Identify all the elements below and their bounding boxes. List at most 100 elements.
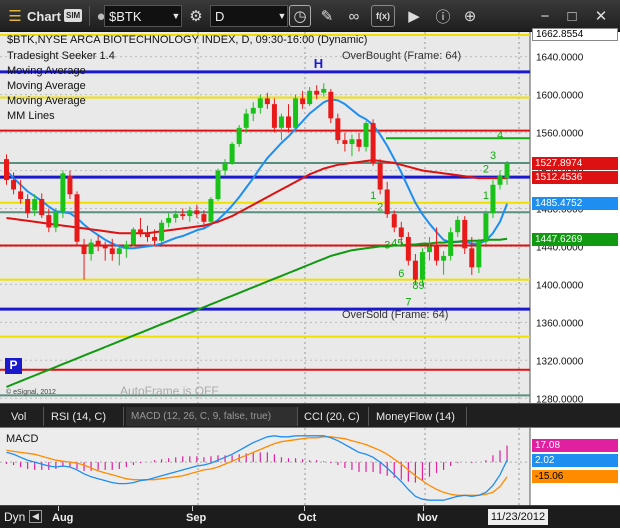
dyn-label[interactable]: Dyn	[4, 510, 25, 524]
maximize-icon[interactable]: □	[561, 5, 583, 27]
candle-body	[462, 219, 468, 249]
candle-body	[46, 215, 52, 228]
info-icon[interactable]: ⓘ	[432, 5, 454, 27]
candle-body	[81, 246, 87, 255]
candle-body	[377, 162, 383, 190]
seeker-count-label: 7	[405, 296, 411, 308]
candle-body	[314, 90, 320, 95]
candle-body	[180, 214, 186, 217]
candle-body	[229, 143, 235, 163]
month-axis: Aug Sep Oct Nov	[46, 506, 491, 528]
price-chart-svg[interactable]: 1640.00001600.00001560.00001520.00001480…	[0, 32, 620, 405]
candle-body	[264, 98, 270, 105]
study-label-ma-2: Moving Average	[7, 80, 86, 92]
seeker-count-label: 6	[398, 268, 404, 280]
candle-body	[483, 213, 489, 242]
tab-macd[interactable]: MACD (12, 26, C, 9, false, true)	[126, 407, 298, 426]
zoom-in-icon[interactable]: ⊕	[459, 5, 481, 27]
macd-chart-svg[interactable]	[0, 428, 620, 506]
candle-body	[363, 123, 369, 147]
close-icon[interactable]: ✕	[590, 5, 612, 27]
month-tick	[304, 506, 305, 511]
candle-body	[286, 116, 291, 128]
seeker-count-label: H	[314, 56, 323, 71]
candle-body	[159, 222, 165, 241]
tab-rsi[interactable]: RSI (14, C)	[46, 407, 124, 426]
play-icon[interactable]: ▶	[403, 5, 425, 27]
app-name: Chart	[27, 8, 61, 24]
month-label: Sep	[186, 512, 207, 524]
candle-body	[88, 242, 94, 255]
macd-panel[interactable]: MACD 17.08 2.02 -15.06	[0, 427, 620, 506]
candle-body	[250, 107, 256, 114]
candle-body	[194, 210, 200, 215]
seeker-count-label: 1	[483, 190, 489, 202]
candle-body	[187, 210, 193, 217]
candle-body	[116, 248, 122, 255]
price-tick-label: 1640.0000	[536, 53, 584, 64]
candle-body	[74, 194, 80, 242]
candle-body	[102, 246, 108, 249]
candle-body	[328, 91, 334, 119]
formula-fx-icon[interactable]: f(x)	[371, 5, 395, 27]
candle-body	[32, 198, 38, 211]
tab-moneyflow[interactable]: MoneyFlow (14)	[371, 407, 467, 426]
study-label-seeker: Tradesight Seeker 1.4	[7, 50, 115, 62]
price-chart-panel[interactable]: 1640.00001600.00001560.00001520.00001480…	[0, 28, 620, 405]
tab-cci[interactable]: CCI (20, C)	[299, 407, 369, 426]
seeker-count-label: 3	[384, 239, 390, 251]
study-label-ma-1: Moving Average	[7, 65, 86, 77]
price-label-box: 1485.4752	[532, 196, 618, 210]
seeker-count-label: 2	[377, 201, 383, 213]
settings-gear-icon[interactable]: ⚙	[185, 5, 207, 27]
candle-body	[39, 198, 45, 216]
overbought-label: OverBought (Frame: 64)	[342, 50, 462, 62]
candle-body	[130, 229, 136, 245]
macd-value-label: 2.02	[532, 453, 618, 467]
month-tick	[58, 506, 59, 511]
candle-body	[293, 98, 299, 128]
candle-body	[67, 176, 73, 195]
candle-body	[123, 244, 129, 249]
price-tick-label: 1360.0000	[536, 318, 584, 329]
candle-body	[166, 217, 172, 223]
minimize-icon[interactable]: −	[534, 5, 556, 27]
p-marker[interactable]: P	[5, 358, 22, 374]
month-label: Nov	[417, 512, 438, 524]
macd-value-label: 17.08	[532, 438, 618, 452]
candle-body	[25, 198, 31, 214]
symbol-dropdown-icon[interactable]: ▼	[170, 5, 182, 27]
candle-body	[497, 175, 503, 185]
price-label-box: 1527.8974	[532, 156, 618, 170]
month-label: Aug	[52, 512, 74, 524]
price-tick-label: 1560.0000	[536, 129, 584, 140]
chart-app-icon: ☰	[8, 8, 22, 25]
candle-body	[300, 98, 306, 105]
seeker-count-label: 45	[391, 237, 403, 249]
candle-body	[18, 191, 24, 199]
candle-body	[405, 236, 411, 261]
candle-body	[257, 98, 263, 108]
candle-body	[222, 162, 228, 171]
interval-dropdown-icon[interactable]: ▼	[276, 5, 288, 27]
date-label: 11/23/2012	[488, 509, 548, 525]
scroll-left-icon[interactable]: ◀	[29, 510, 42, 523]
tab-vol[interactable]: Vol	[6, 407, 44, 426]
link-chain-icon[interactable]: ∞	[343, 5, 365, 27]
price-axis-bg	[530, 32, 620, 403]
month-label: Oct	[298, 512, 317, 524]
oversold-label: OverSold (Frame: 64)	[342, 309, 449, 321]
candle-body	[349, 139, 355, 144]
candle-body	[434, 246, 440, 261]
price-tick-label: 1400.0000	[536, 280, 584, 291]
seeker-count-label: 1	[370, 190, 376, 202]
draw-pencil-icon[interactable]: ✎	[316, 5, 338, 27]
history-clock-icon[interactable]: ◷	[289, 5, 311, 27]
candle-body	[271, 104, 277, 128]
candle-body	[145, 234, 150, 237]
candle-body	[356, 139, 362, 147]
candle-body	[53, 212, 59, 228]
candle-body	[109, 248, 115, 255]
study-label-mm-lines: MM Lines	[7, 110, 55, 122]
month-tick	[423, 506, 424, 511]
